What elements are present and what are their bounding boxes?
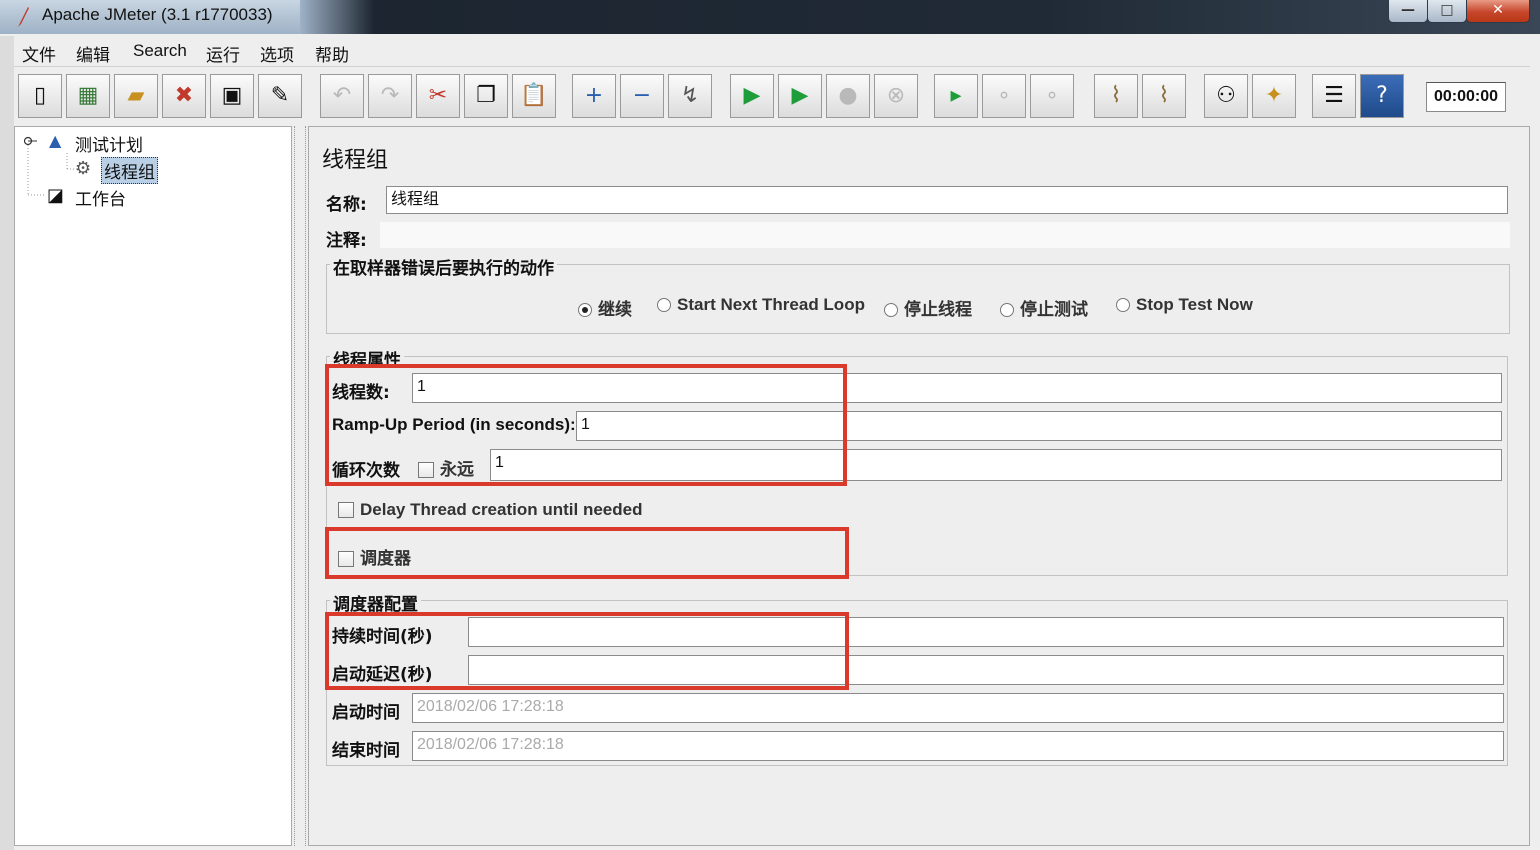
tree-item-test-plan[interactable]: 测试计划 <box>75 131 143 156</box>
clear-icon[interactable]: ⌇ <box>1094 74 1138 118</box>
remote-start-icon[interactable]: ▸ <box>934 74 978 118</box>
radio-icon <box>657 298 671 312</box>
cut-icon[interactable]: ✂ <box>416 74 460 118</box>
stop-icon[interactable]: ● <box>826 74 870 118</box>
comment-field[interactable] <box>380 222 1510 248</box>
workbench-icon: ◪ <box>47 185 65 206</box>
end-time-field[interactable]: 2018/02/06 17:28:18 <box>412 731 1504 761</box>
tree-item-workbench[interactable]: 工作台 <box>75 185 126 210</box>
minimize-icon: — <box>1401 2 1415 18</box>
error-action-legend: 在取样器错误后要执行的动作 <box>330 254 557 279</box>
checkbox-icon <box>338 502 354 518</box>
radio-stop-test-now[interactable]: Stop Test Now <box>1116 295 1253 315</box>
radio-start-next-loop[interactable]: Start Next Thread Loop <box>657 295 865 315</box>
new-icon[interactable]: ▯ <box>18 74 62 118</box>
clear-all-icon[interactable]: ⌇ <box>1142 74 1186 118</box>
highlight-scheduler <box>325 527 849 579</box>
menu-bar: 文件 编辑 Search 运行 选项 帮助 <box>14 36 1530 67</box>
flask-icon: ▲ <box>49 131 62 150</box>
gear-icon: ⚙ <box>75 158 92 179</box>
remote-shutdown-icon[interactable]: ∘ <box>1030 74 1074 118</box>
shutdown-icon[interactable]: ⊗ <box>874 74 918 118</box>
help-icon[interactable]: ? <box>1360 74 1404 118</box>
title-bar: Apache JMeter (3.1 r1770033) — □ ✕ <box>0 0 1540 34</box>
window-frame-left <box>0 36 14 850</box>
radio-selected-icon <box>578 303 592 317</box>
undo-icon[interactable]: ↶ <box>320 74 364 118</box>
save-as-icon[interactable]: ✎ <box>258 74 302 118</box>
start-icon[interactable]: ▶ <box>730 74 774 118</box>
menu-search[interactable]: Search <box>133 41 187 61</box>
toolbar: ▯ ▦ ▰ ✖ ▣ ✎ ↶ ↷ ✂ ❐ 📋 + − ↯ ▶ ▶ ● ⊗ ▸ ∘ … <box>14 70 1530 124</box>
radio-stop-thread-label: 停止线程 <box>904 300 972 319</box>
copy-icon[interactable]: ❐ <box>464 74 508 118</box>
close-icon: ✕ <box>1492 2 1504 18</box>
close-button[interactable]: ✕ <box>1466 0 1530 23</box>
name-field[interactable]: 线程组 <box>386 186 1508 214</box>
jmeter-window: Apache JMeter (3.1 r1770033) — □ ✕ 文件 编辑… <box>0 0 1540 850</box>
close-file-icon[interactable]: ✖ <box>162 74 206 118</box>
start-no-pause-icon[interactable]: ▶ <box>778 74 822 118</box>
menu-options[interactable]: 选项 <box>260 41 294 66</box>
toggle-icon[interactable]: ↯ <box>668 74 712 118</box>
menu-edit[interactable]: 编辑 <box>76 41 110 66</box>
function-helper-icon[interactable]: ☰ <box>1312 74 1356 118</box>
end-time-label: 结束时间 <box>332 741 400 761</box>
collapse-icon[interactable]: − <box>620 74 664 118</box>
remote-stop-icon[interactable]: ∘ <box>982 74 1026 118</box>
delay-thread-label: Delay Thread creation until needed <box>360 500 643 519</box>
templates-icon[interactable]: ▦ <box>66 74 110 118</box>
radio-start-next-loop-label: Start Next Thread Loop <box>677 295 865 314</box>
redo-icon[interactable]: ↷ <box>368 74 412 118</box>
start-time-label: 启动时间 <box>332 703 400 723</box>
jmeter-feather-icon <box>18 7 29 27</box>
reset-search-icon[interactable]: ✦ <box>1252 74 1296 118</box>
radio-stop-test-label: 停止测试 <box>1020 300 1088 319</box>
title-bar-shade <box>300 0 1540 34</box>
window-title: Apache JMeter (3.1 r1770033) <box>42 5 273 24</box>
radio-stop-test[interactable]: 停止测试 <box>1000 295 1088 320</box>
tree-item-thread-group[interactable]: 线程组 <box>101 157 158 184</box>
maximize-button[interactable]: □ <box>1427 0 1467 23</box>
pane-splitter[interactable] <box>294 126 306 846</box>
delay-thread-checkbox[interactable]: Delay Thread creation until needed <box>338 500 642 520</box>
elapsed-timer: 00:00:00 <box>1426 82 1506 112</box>
menu-run[interactable]: 运行 <box>206 41 240 66</box>
expand-icon[interactable]: + <box>572 74 616 118</box>
radio-continue-label: 继续 <box>598 300 632 319</box>
start-time-field[interactable]: 2018/02/06 17:28:18 <box>412 693 1504 723</box>
search-binoculars-icon[interactable]: ⚇ <box>1204 74 1248 118</box>
radio-icon <box>1000 303 1014 317</box>
paste-icon[interactable]: 📋 <box>512 74 556 118</box>
page-title: 线程组 <box>322 148 389 173</box>
radio-stop-thread[interactable]: 停止线程 <box>884 295 972 320</box>
minimize-button[interactable]: — <box>1388 0 1428 23</box>
menu-file[interactable]: 文件 <box>22 41 56 66</box>
comment-label: 注释: <box>326 231 367 251</box>
radio-stop-test-now-label: Stop Test Now <box>1136 295 1253 314</box>
highlight-thread-props <box>325 364 847 486</box>
radio-icon <box>1116 298 1130 312</box>
radio-continue[interactable]: 继续 <box>578 295 632 320</box>
save-icon[interactable]: ▣ <box>210 74 254 118</box>
name-label: 名称: <box>326 195 367 215</box>
radio-icon <box>884 303 898 317</box>
open-icon[interactable]: ▰ <box>114 74 158 118</box>
highlight-scheduler-config <box>325 612 849 690</box>
test-plan-tree: ▲ 测试计划 ⚙ 线程组 ◪ 工作台 <box>14 126 292 846</box>
menu-help[interactable]: 帮助 <box>315 41 349 66</box>
maximize-icon: □ <box>1440 2 1454 18</box>
